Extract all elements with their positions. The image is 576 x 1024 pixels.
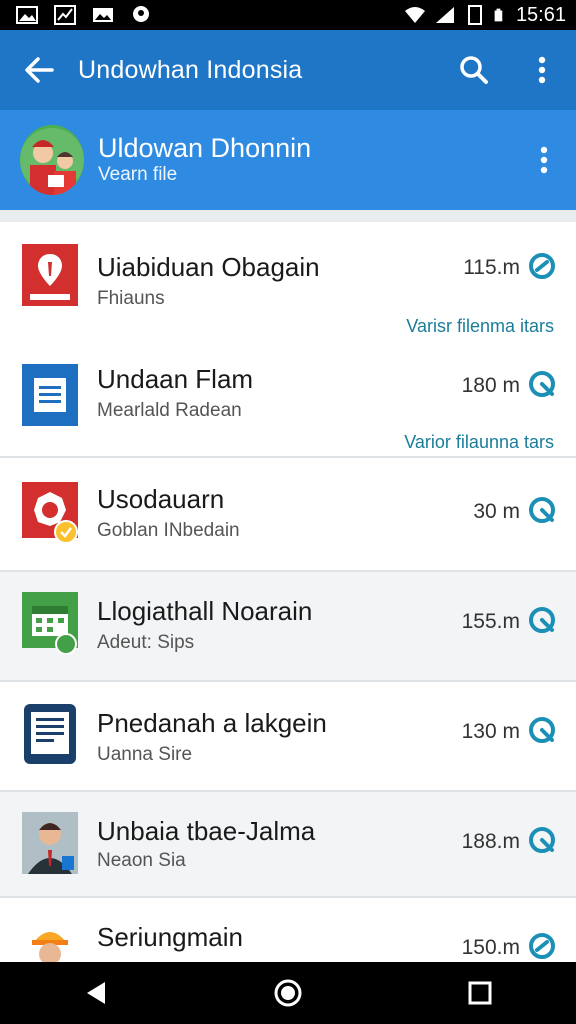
system-nav-bar: [0, 962, 576, 1024]
item-subtitle: Fhiauns: [97, 288, 165, 309]
location-icon: [133, 6, 149, 22]
check-badge-icon: [529, 717, 555, 743]
overflow-menu-button[interactable]: [508, 30, 576, 110]
sim-icon: [467, 5, 482, 25]
account-subtitle: Vearn file: [98, 164, 178, 185]
list-item[interactable]: Undaan Flam Mearlald Radean 180 m Varior…: [0, 338, 576, 458]
item-distance: 130 m: [461, 720, 520, 743]
item-subtitle: Mearlald Radean: [97, 400, 242, 421]
account-header[interactable]: Uldowan Dhonnin Vearn file: [0, 110, 576, 210]
search-button[interactable]: [440, 30, 508, 110]
signal-icon: [435, 7, 454, 23]
photo-icon: [93, 8, 113, 22]
check-badge-icon: [529, 933, 555, 959]
nav-recents-button[interactable]: [445, 962, 515, 1024]
square-recents-icon: [468, 981, 492, 1005]
item-distance: 30 m: [473, 500, 520, 523]
back-button[interactable]: [0, 30, 78, 110]
status-bar: 15:61: [0, 0, 576, 30]
place-list: Uiabiduan Obagain Fhiauns 115.m Varisr f…: [0, 222, 576, 962]
status-time: 15:61: [515, 3, 566, 26]
chart-icon: [54, 5, 76, 25]
item-subtitle: Uanna Sire: [97, 744, 193, 765]
nav-home-button[interactable]: [253, 962, 323, 1024]
section-divider: [0, 210, 576, 222]
item-distance: 180 m: [461, 374, 520, 397]
app-bar: Undowhan Indonsia: [0, 30, 576, 110]
item-note: Varior filaunna tars: [404, 432, 554, 452]
avatar-icon: [20, 128, 84, 195]
nav-back-button[interactable]: [61, 962, 131, 1024]
more-vert-icon: [540, 146, 548, 174]
check-badge-icon: [529, 827, 555, 853]
list-item[interactable]: Usodauarn Goblan INbedain 30 m: [0, 458, 576, 572]
back-arrow-icon: [25, 57, 54, 83]
item-title: Seriungmain: [97, 922, 243, 952]
person-photo-icon: [22, 812, 78, 874]
triangle-back-icon: [87, 982, 105, 1004]
list-item[interactable]: Seriungmain 150.m: [0, 898, 576, 962]
account-avatar: [20, 125, 84, 195]
check-badge-icon: [529, 371, 555, 397]
item-subtitle: Goblan INbedain: [97, 520, 240, 541]
item-note: Varisr filenma itars: [406, 316, 554, 336]
tablet-icon: [24, 704, 76, 764]
item-distance: 150.m: [461, 936, 520, 959]
image-icon: [16, 6, 38, 24]
item-title: Unbaia tbae-Jalma: [97, 816, 316, 846]
red-badge-icon: [22, 482, 78, 544]
check-badge-icon: [529, 497, 555, 523]
item-subtitle: Adeut: Sips: [97, 632, 195, 653]
page-title: Undowhan Indonsia: [78, 55, 303, 84]
blue-document-icon: [22, 364, 78, 426]
check-badge-icon: [529, 253, 555, 279]
item-subtitle: Neaon Sia: [97, 850, 186, 871]
circle-home-icon: [274, 979, 302, 1007]
item-title: Llogiathall Noarain: [97, 596, 313, 626]
account-menu-button[interactable]: [512, 110, 576, 210]
check-badge-icon: [529, 607, 555, 633]
more-vert-icon: [538, 56, 546, 84]
search-icon: [460, 56, 488, 84]
list-item[interactable]: Uiabiduan Obagain Fhiauns 115.m Varisr f…: [0, 222, 576, 338]
item-distance: 188.m: [461, 830, 520, 853]
item-title: Pnedanah a lakgein: [97, 708, 327, 738]
list-item[interactable]: Pnedanah a lakgein Uanna Sire 130 m: [0, 682, 576, 792]
item-title: Undaan Flam: [97, 364, 254, 394]
item-distance: 155.m: [461, 610, 520, 633]
list-item[interactable]: Llogiathall Noarain Adeut: Sips 155.m: [0, 572, 576, 682]
wifi-icon: [404, 7, 425, 23]
account-name: Uldowan Dhonnin: [98, 133, 312, 163]
list-item[interactable]: Unbaia tbae-Jalma Neaon Sia 188.m: [0, 792, 576, 898]
worker-photo-icon: [22, 918, 78, 962]
item-title: Usodauarn: [97, 484, 225, 514]
item-title: Uiabiduan Obagain: [97, 252, 320, 282]
red-shield-icon: [22, 244, 78, 306]
green-calendar-icon: [22, 592, 78, 654]
battery-icon: [494, 8, 503, 22]
item-distance: 115.m: [463, 256, 520, 279]
